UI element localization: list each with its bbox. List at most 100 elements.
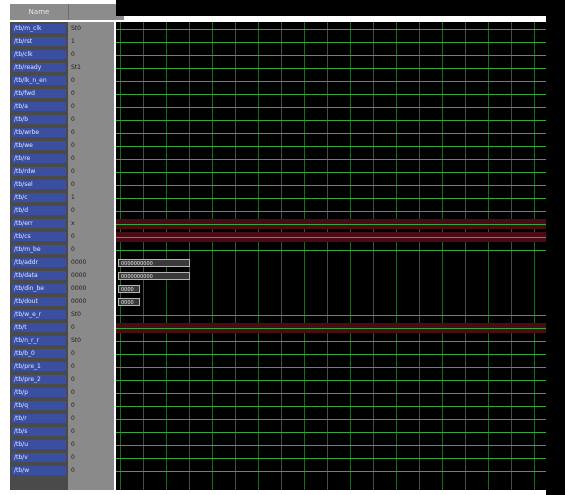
value-row[interactable]: 0	[68, 401, 114, 411]
value-row[interactable]: 1	[68, 37, 114, 47]
wave-row[interactable]	[116, 232, 546, 243]
signal-row[interactable]: /tb/b	[10, 115, 68, 125]
wave-row[interactable]	[116, 154, 546, 165]
wave-row[interactable]	[116, 336, 546, 347]
signal-row[interactable]: /tb/rdw	[10, 167, 68, 177]
value-row[interactable]: 0	[68, 102, 114, 112]
signal-value-pane[interactable]: St0 1 0 St1 0 0 0 0 0 0 0 0 0 1 0 x 0 0 0000 0000 0000 0000 St…	[68, 22, 114, 490]
wave-pane[interactable]: 0000000000 0000000000 0000 0000	[116, 22, 546, 490]
wave-row[interactable]	[116, 427, 546, 438]
value-row[interactable]: 0	[68, 128, 114, 138]
signal-row[interactable]: /tb/re	[10, 154, 68, 164]
value-row[interactable]: 0	[68, 167, 114, 177]
value-row[interactable]: 0	[68, 89, 114, 99]
value-row[interactable]: St0	[68, 24, 114, 34]
wave-row[interactable]	[116, 193, 546, 204]
signal-row[interactable]: /tb/v	[10, 453, 68, 463]
signal-row[interactable]: /tb/b_0	[10, 349, 68, 359]
signal-row[interactable]: /tb/m_be	[10, 245, 68, 255]
signal-row[interactable]: /tb/r	[10, 414, 68, 424]
signal-row[interactable]: /tb/addr	[10, 258, 68, 268]
signal-row[interactable]: /tb/sel	[10, 180, 68, 190]
value-row[interactable]: 0	[68, 440, 114, 450]
value-row[interactable]: 0000	[68, 297, 114, 307]
bus-value-box[interactable]: 0000	[118, 298, 140, 306]
wave-row[interactable]	[116, 63, 546, 74]
value-row[interactable]: St0	[68, 336, 114, 346]
wave-row[interactable]	[116, 245, 546, 256]
wave-row[interactable]	[116, 102, 546, 113]
value-row[interactable]: 0000	[68, 271, 114, 281]
value-row[interactable]: 0	[68, 453, 114, 463]
wave-row[interactable]	[116, 180, 546, 191]
value-row[interactable]: 0000	[68, 258, 114, 268]
signal-row[interactable]: /tb/c	[10, 193, 68, 203]
signal-row[interactable]: /tb/lk_n_en	[10, 76, 68, 86]
signal-row[interactable]: /tb/a	[10, 102, 68, 112]
wave-row[interactable]	[116, 453, 546, 464]
signal-row[interactable]: /tb/dout	[10, 297, 68, 307]
signal-row[interactable]: /tb/n_r_r	[10, 336, 68, 346]
signal-row[interactable]: /tb/data	[10, 271, 68, 281]
signal-row[interactable]: /tb/p	[10, 388, 68, 398]
value-row[interactable]: St1	[68, 63, 114, 73]
name-column-header[interactable]: Name	[10, 4, 69, 20]
wave-row[interactable]	[116, 349, 546, 360]
value-row[interactable]: 0	[68, 115, 114, 125]
wave-row[interactable]	[116, 206, 546, 217]
wave-row[interactable]	[116, 89, 546, 100]
signal-row[interactable]: /tb/w	[10, 466, 68, 476]
signal-row[interactable]: /tb/we	[10, 141, 68, 151]
bus-value-box[interactable]: 0000	[118, 285, 140, 293]
signal-row[interactable]: /tb/t	[10, 323, 68, 333]
signal-row[interactable]: /tb/fwd	[10, 89, 68, 99]
wave-row[interactable]	[116, 37, 546, 48]
value-row[interactable]: 0	[68, 362, 114, 372]
wave-row[interactable]	[116, 388, 546, 399]
wave-row[interactable]	[116, 219, 546, 230]
signal-row[interactable]: /tb/u	[10, 440, 68, 450]
value-row[interactable]: 0	[68, 154, 114, 164]
wave-row[interactable]	[116, 375, 546, 386]
signal-row[interactable]: /tb/rst	[10, 37, 68, 47]
value-row[interactable]: 0	[68, 245, 114, 255]
wave-row[interactable]	[116, 401, 546, 412]
value-row[interactable]: x	[68, 219, 114, 229]
value-row[interactable]: 0	[68, 388, 114, 398]
signal-row[interactable]: /tb/ready	[10, 63, 68, 73]
wave-row[interactable]	[116, 440, 546, 451]
wave-row[interactable]	[116, 167, 546, 178]
wave-row[interactable]	[116, 50, 546, 61]
signal-row[interactable]: /tb/pre_1	[10, 362, 68, 372]
value-row[interactable]: 0	[68, 232, 114, 242]
value-row[interactable]: 0	[68, 349, 114, 359]
bus-value-box[interactable]: 0000000000	[118, 259, 190, 267]
value-row[interactable]: 0	[68, 427, 114, 437]
signal-row[interactable]: /tb/cs	[10, 232, 68, 242]
signal-row[interactable]: /tb/d	[10, 206, 68, 216]
signal-row[interactable]: /tb/m_clk	[10, 24, 68, 34]
wave-row[interactable]	[116, 128, 546, 139]
bus-value-box[interactable]: 0000000000	[118, 272, 190, 280]
wave-row[interactable]: 0000000000	[116, 258, 546, 269]
wave-row[interactable]	[116, 76, 546, 87]
value-row[interactable]: 0	[68, 323, 114, 333]
value-row[interactable]: 0	[68, 375, 114, 385]
wave-row[interactable]	[116, 323, 546, 334]
value-row[interactable]: 0	[68, 76, 114, 86]
signal-row[interactable]: /tb/pre_2	[10, 375, 68, 385]
wave-row[interactable]: 0000	[116, 297, 546, 308]
value-row[interactable]: 0	[68, 141, 114, 151]
wave-row[interactable]	[116, 414, 546, 425]
signal-row[interactable]: /tb/q	[10, 401, 68, 411]
wave-row[interactable]	[116, 362, 546, 373]
wave-row[interactable]	[116, 466, 546, 477]
wave-row[interactable]: 0000000000	[116, 271, 546, 282]
signal-row[interactable]: /tb/clk	[10, 50, 68, 60]
wave-row[interactable]	[116, 115, 546, 126]
wave-row[interactable]	[116, 310, 546, 321]
signal-row[interactable]: /tb/w_e_r	[10, 310, 68, 320]
value-row[interactable]: 0000	[68, 284, 114, 294]
wave-row[interactable]	[116, 24, 546, 35]
signal-name-pane[interactable]: /tb/m_clk/tb/rst/tb/clk/tb/ready/tb/lk_n…	[10, 22, 68, 490]
